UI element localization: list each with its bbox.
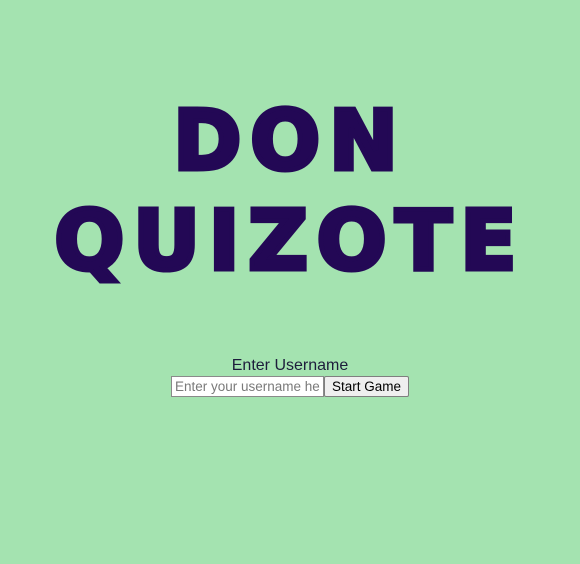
start-game-button[interactable]: Start Game bbox=[323, 376, 410, 397]
title-line-2: QUIZOTE bbox=[52, 192, 526, 292]
username-row: Start Game bbox=[170, 376, 410, 397]
game-title: DON QUIZOTE bbox=[0, 92, 580, 292]
username-label: Enter Username bbox=[231, 357, 349, 374]
username-input[interactable] bbox=[170, 376, 324, 397]
title-line-1: DON bbox=[171, 92, 407, 192]
username-form: Enter Username Start Game bbox=[0, 356, 580, 397]
